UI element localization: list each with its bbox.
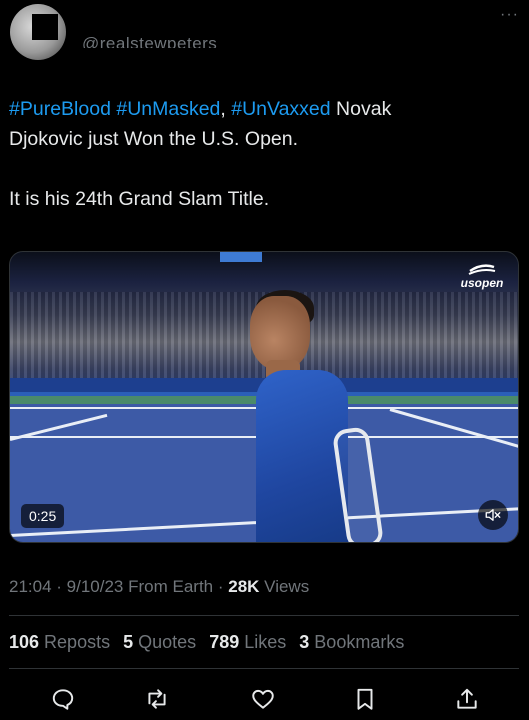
bookmark-icon — [357, 688, 373, 710]
bookmarks-count: 3 — [299, 632, 310, 652]
tweet-time[interactable]: 21:04 — [9, 577, 52, 596]
reposts-label: Reposts — [39, 632, 111, 652]
engagement-stats: 106 Reposts 5 Quotes 789 Likes 3 Bookmar… — [9, 632, 412, 653]
likes-stat[interactable]: 789 Likes — [209, 632, 286, 652]
bookmark-button[interactable] — [350, 684, 380, 714]
divider — [9, 615, 519, 616]
text-separator: , — [220, 98, 232, 120]
reposts-stat[interactable]: 106 Reposts — [9, 632, 110, 652]
tweet-text-line2: Djokovic just Won the U.S. Open. — [9, 128, 299, 150]
video-scoreboard — [220, 252, 262, 262]
more-options-button[interactable]: ··· — [500, 6, 519, 24]
share-button[interactable] — [452, 684, 482, 714]
repost-button[interactable] — [142, 684, 172, 714]
meta-separator: · — [213, 577, 229, 596]
divider — [9, 668, 519, 669]
reply-icon — [52, 689, 74, 710]
video-duration: 0:25 — [21, 504, 65, 528]
meta-separator: · — [51, 577, 67, 596]
speaker-muted-icon — [485, 509, 501, 521]
tweet-date[interactable]: 9/10/23 — [67, 577, 124, 596]
likes-label: Likes — [239, 632, 287, 652]
bookmarks-stat[interactable]: 3 Bookmarks — [299, 632, 404, 652]
hashtag-unvaxxed[interactable]: #UnVaxxed — [231, 98, 330, 120]
video-player[interactable]: usopen 0:25 — [9, 251, 519, 543]
usopen-logo: usopen — [454, 262, 510, 296]
reply-button[interactable] — [48, 684, 78, 714]
like-icon — [252, 689, 274, 709]
reposts-count: 106 — [9, 632, 40, 652]
tweet-header: @realstewpeters ··· — [0, 0, 529, 70]
avatar-redaction — [32, 14, 58, 40]
mute-button[interactable] — [478, 500, 508, 530]
author-handle[interactable]: @realstewpeters — [82, 34, 217, 48]
hashtag-unmasked[interactable]: #UnMasked — [116, 98, 220, 120]
bookmarks-label: Bookmarks — [309, 632, 405, 652]
repost-icon — [148, 689, 166, 709]
usopen-logo-text: usopen — [460, 276, 504, 290]
views-label: Views — [259, 577, 310, 596]
likes-count: 789 — [209, 632, 240, 652]
tweet-text-paragraph2: It is his 24th Grand Slam Title. — [9, 188, 270, 210]
like-button[interactable] — [248, 684, 278, 714]
hashtag-pureblood[interactable]: #PureBlood — [9, 98, 111, 120]
video-player-head — [250, 296, 310, 370]
quotes-label: Quotes — [133, 632, 197, 652]
tweet-meta: 21:04 · 9/10/23 From Earth · 28K Views — [9, 577, 309, 597]
video-player-shirt — [256, 370, 348, 542]
share-icon — [457, 688, 477, 709]
tweet-text: #PureBlood #UnMasked, #UnVaxxed Novak Dj… — [9, 94, 514, 214]
tweet-source: From Earth — [123, 577, 214, 596]
usopen-swoosh-icon — [468, 264, 496, 275]
tweet-text-line1-rest: Novak — [330, 98, 392, 120]
quotes-count: 5 — [123, 632, 134, 652]
action-bar — [0, 682, 529, 720]
quotes-stat[interactable]: 5 Quotes — [123, 632, 196, 652]
avatar[interactable] — [10, 4, 66, 60]
views-count: 28K — [228, 577, 260, 596]
